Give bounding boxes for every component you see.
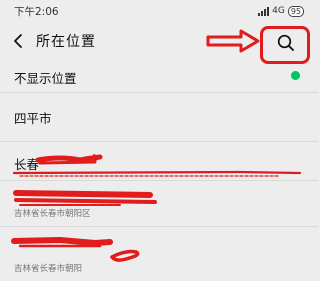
status-bar: 下午2:06 4G 95 <box>0 0 318 22</box>
list-item-siping[interactable]: 四平市 <box>0 93 318 142</box>
list-item-title: 四平市 <box>14 111 52 126</box>
location-list: 不显示位置 四平市 长春 吉林省长春市朝阳区 吉林省长春市朝阳 <box>0 60 318 281</box>
list-item-changchun[interactable]: 长春 <box>0 142 318 181</box>
search-icon[interactable] <box>276 33 296 53</box>
signal-icon <box>258 6 270 16</box>
battery-icon: 95 <box>287 5 304 17</box>
annotation-arrow-icon <box>206 29 260 53</box>
check-icon <box>291 71 300 80</box>
status-time: 下午2:06 <box>14 6 59 18</box>
list-item-title: 长春 <box>14 157 40 172</box>
list-item-chaoyang-2[interactable]: 吉林省长春市朝阳 <box>0 227 318 281</box>
list-item-subtitle: 吉林省长春市朝阳 <box>14 264 83 274</box>
list-item-title: 不显示位置 <box>14 71 77 86</box>
list-item-chaoyang-1[interactable]: 吉林省长春市朝阳区 <box>0 181 318 227</box>
status-indicators: 4G 95 <box>258 5 304 17</box>
list-item-hide-location[interactable]: 不显示位置 <box>0 60 318 93</box>
page-title: 所在位置 <box>36 34 96 50</box>
list-item-subtitle: 吉林省长春市朝阳区 <box>14 209 91 219</box>
back-arrow-icon[interactable] <box>10 32 28 50</box>
battery-level: 95 <box>290 6 301 16</box>
network-label: 4G <box>272 6 285 16</box>
